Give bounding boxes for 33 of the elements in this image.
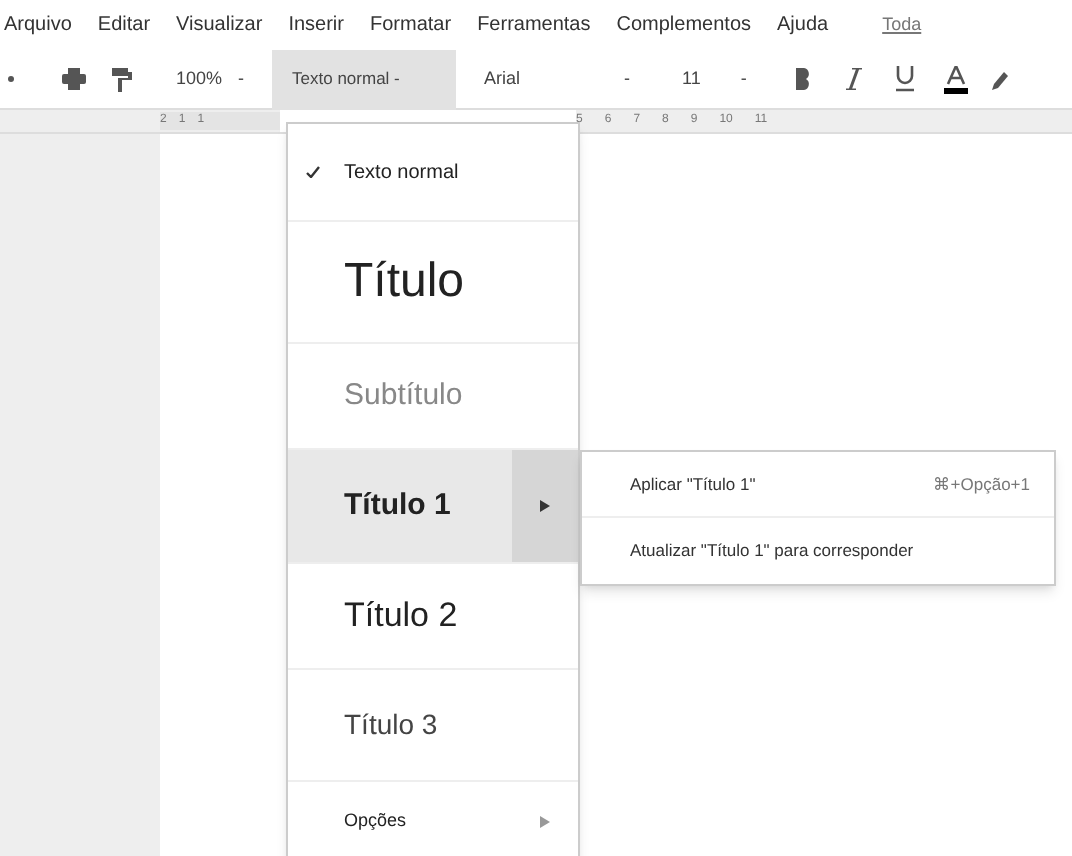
menu-item[interactable]: Formatar (370, 10, 452, 40)
zoom-value[interactable]: 100% (176, 65, 223, 93)
menu-item[interactable]: Editar (97, 10, 151, 40)
menu-item[interactable]: Título 3 (288, 670, 578, 782)
bold-icon[interactable] (794, 68, 813, 90)
style-dropdown[interactable]: Texto normal - (272, 49, 457, 109)
shortcut-text: ⌘+Opção+1 (932, 471, 1030, 497)
pencil-icon[interactable] (992, 69, 1009, 89)
menu-item[interactable]: Texto normal (288, 124, 578, 222)
menu-item[interactable]: Arquivo (4, 10, 72, 40)
font-size-value[interactable]: 11 (682, 65, 701, 93)
toolbar-icon[interactable] (8, 76, 14, 82)
submenu-item[interactable]: Aplicar "Título 1" ⌘+Opção+1 (582, 452, 1054, 518)
menu-item[interactable]: Título (288, 222, 578, 344)
menu-item[interactable]: Ferramentas (477, 10, 591, 40)
caret-icon[interactable]: - (624, 65, 631, 93)
caret-icon[interactable]: - (740, 65, 747, 93)
submenu-item[interactable]: Atualizar "Título 1" para corresponder (582, 518, 1054, 584)
text-color-icon[interactable] (944, 65, 969, 93)
menu-item[interactable]: Título 1 (288, 450, 578, 564)
menu-item[interactable]: Ajuda (777, 10, 829, 40)
menu-item[interactable]: Visualizar (176, 10, 263, 40)
menu-item[interactable]: Título 2 (288, 564, 578, 670)
underline-icon[interactable] (896, 66, 915, 92)
font-dropdown[interactable]: Arial (484, 65, 605, 93)
paint-format-icon[interactable] (112, 67, 132, 91)
menu-item[interactable]: Inserir (288, 10, 344, 40)
caret-icon[interactable]: - (238, 65, 245, 93)
menu-link[interactable]: Toda (882, 11, 922, 39)
print-icon[interactable] (62, 68, 86, 90)
menu-item[interactable]: Complementos (616, 10, 752, 40)
menu-item[interactable]: Opções (288, 782, 578, 856)
italic-icon[interactable] (846, 68, 863, 90)
